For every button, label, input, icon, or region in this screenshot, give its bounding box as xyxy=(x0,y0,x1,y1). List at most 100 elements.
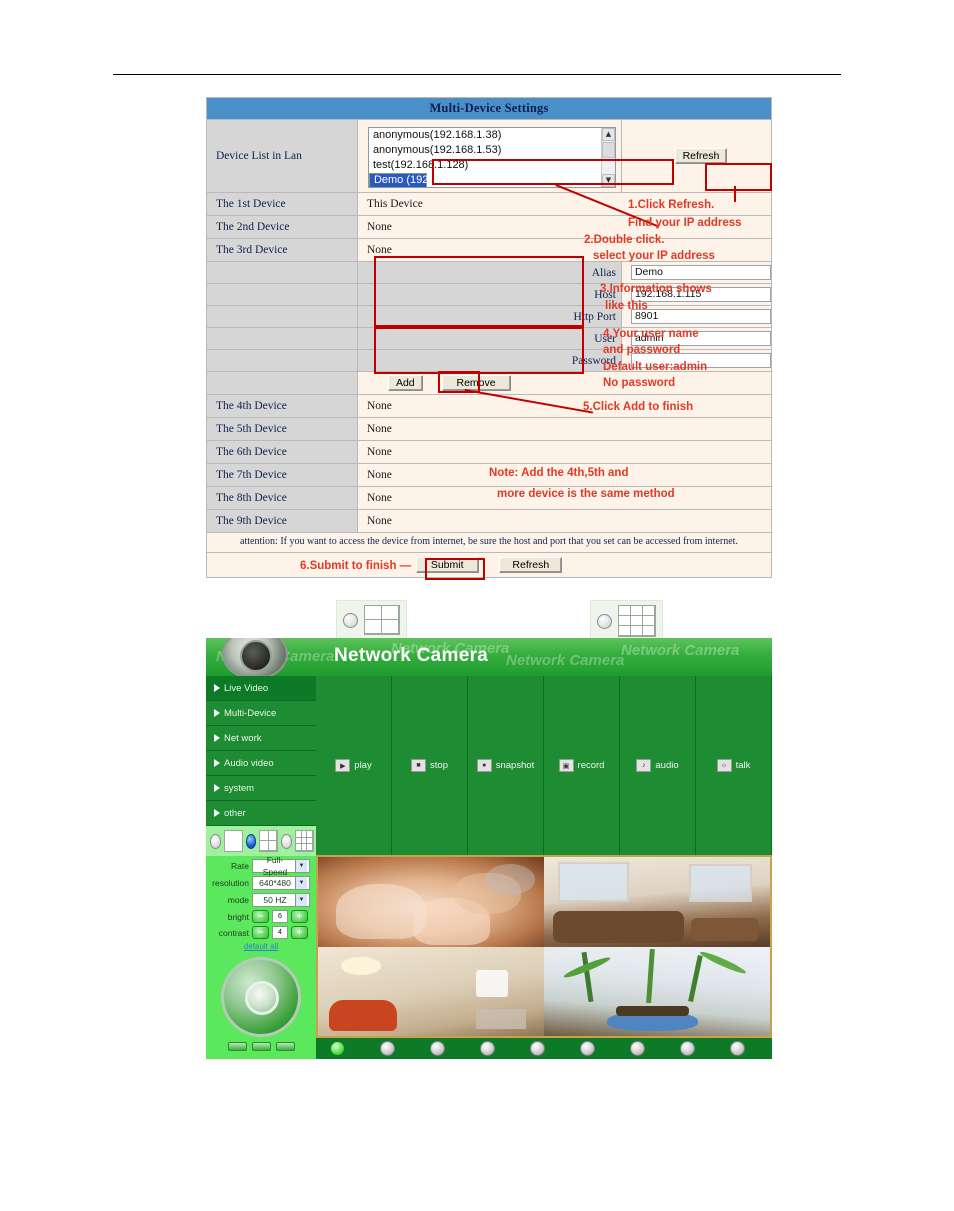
grid-3x3-icon[interactable] xyxy=(618,605,656,637)
mode-select[interactable]: 50 HZ ▼ xyxy=(252,893,310,907)
audio-button[interactable]: ♪ audio xyxy=(620,676,696,855)
list-item[interactable]: test(192.168.1.128) xyxy=(369,158,615,173)
channel-indicator[interactable] xyxy=(730,1041,745,1056)
chevron-down-icon[interactable]: ▼ xyxy=(295,877,307,889)
scroll-down-icon[interactable]: ▼ xyxy=(601,174,615,187)
annotation-note-1: Note: Add the 4th,5th and xyxy=(489,467,629,479)
record-button[interactable]: ▣ record xyxy=(544,676,620,855)
grid-2x2-icon[interactable] xyxy=(259,830,279,852)
video-controls-panel: Rate Full-Speed ▼ resolution 640*480 ▼ m… xyxy=(206,855,316,1051)
contrast-decrease-button[interactable]: − xyxy=(252,926,269,939)
annotation-step-1: 1.Click Refresh. xyxy=(628,199,715,211)
record-label: record xyxy=(577,760,605,771)
radio-button-icon[interactable] xyxy=(597,613,612,629)
annotation-step-5: 5.Click Add to finish xyxy=(583,401,694,413)
mode-label: mode xyxy=(227,895,249,905)
camera-body: Live Video Multi-Device Net work Audio v… xyxy=(206,676,772,1059)
spacer-cell xyxy=(206,327,358,350)
attention-row: attention: If you want to access the dev… xyxy=(206,532,772,553)
rate-select[interactable]: Full-Speed ▼ xyxy=(252,855,310,877)
device-8-label: The 8th Device xyxy=(206,486,358,510)
sidebar-item-audio-video[interactable]: Audio video xyxy=(206,751,316,776)
play-button[interactable]: ▶ play xyxy=(316,676,392,855)
annotation-step-4: 4.Your user name xyxy=(603,328,699,340)
grid-3x3-icon[interactable] xyxy=(294,830,315,852)
channel-indicator[interactable] xyxy=(580,1041,595,1056)
chevron-down-icon[interactable]: ▼ xyxy=(295,860,307,872)
refresh-top-button[interactable]: Refresh xyxy=(674,148,728,164)
channel-indicator[interactable] xyxy=(680,1041,695,1056)
list-item[interactable]: anonymous(192.168.1.38) xyxy=(369,128,615,143)
resolution-select[interactable]: 640*480 ▼ xyxy=(252,876,310,890)
channel-indicator[interactable] xyxy=(480,1041,495,1056)
camera-header: Network Camera Network Camera Network Ca… xyxy=(206,638,772,676)
grid-selector-2x2[interactable] xyxy=(336,600,407,640)
video-cell-3[interactable] xyxy=(318,946,544,1036)
password-label: Password xyxy=(356,349,622,372)
snapshot-label: snapshot xyxy=(495,760,535,771)
channel-indicator[interactable] xyxy=(630,1041,645,1056)
radio-button-icon[interactable] xyxy=(281,833,292,849)
footer-row: Submit Refresh xyxy=(206,551,772,578)
ptz-preset-button[interactable] xyxy=(227,1042,247,1051)
add-button[interactable]: Add xyxy=(387,375,423,391)
list-item[interactable]: anonymous(192.168.1.53) xyxy=(369,143,615,158)
camera-lens-icon xyxy=(222,638,288,676)
talk-button[interactable]: ☼ talk xyxy=(696,676,772,855)
device-3-label: The 3rd Device xyxy=(206,238,358,262)
video-cell-1[interactable] xyxy=(318,857,544,947)
annotation-step-6: 6.Submit to finish — xyxy=(300,560,412,572)
sidebar-item-network[interactable]: Net work xyxy=(206,726,316,751)
video-cell-2[interactable] xyxy=(544,857,770,947)
grid-selector-3x3[interactable] xyxy=(590,600,663,642)
radio-button-selected-icon[interactable] xyxy=(245,833,257,849)
snapshot-button[interactable]: ● snapshot xyxy=(468,676,544,855)
annotation-step-3: 3.Information shows xyxy=(600,283,712,295)
radio-button-icon[interactable] xyxy=(210,833,221,849)
listbox-scrollbar[interactable]: ▲ ▼ xyxy=(600,128,615,187)
channel-indicator[interactable] xyxy=(330,1041,345,1056)
bright-decrease-button[interactable]: − xyxy=(252,910,269,923)
refresh-bottom-button[interactable]: Refresh xyxy=(499,556,563,573)
http-port-input[interactable] xyxy=(630,309,771,324)
device-2-label: The 2nd Device xyxy=(206,215,358,239)
video-toolbar: ▶ play ■ stop ● snapshot ▣ record ♪ audi… xyxy=(316,676,772,855)
annotation-step-4c: Default user:admin xyxy=(603,361,708,373)
sidebar-item-other[interactable]: other xyxy=(206,801,316,826)
table-row: The 5th Device None xyxy=(206,417,773,441)
sidebar: Live Video Multi-Device Net work Audio v… xyxy=(206,676,316,1059)
contrast-increase-button[interactable]: + xyxy=(291,926,308,939)
list-item-selected[interactable]: Demo (192.168.1.115) xyxy=(368,173,483,187)
channel-indicator[interactable] xyxy=(430,1041,445,1056)
scrollbar-thumb[interactable] xyxy=(601,142,615,158)
single-view-icon[interactable] xyxy=(223,830,243,852)
device-list-listbox[interactable]: anonymous(192.168.1.38) anonymous(192.16… xyxy=(367,127,616,188)
bright-increase-button[interactable]: + xyxy=(291,910,308,923)
audio-label: audio xyxy=(655,760,679,771)
alias-input[interactable] xyxy=(630,265,771,280)
watermark-text: Network Camera xyxy=(621,642,740,659)
contrast-label: contrast xyxy=(218,927,249,938)
sidebar-item-multi-device[interactable]: Multi-Device xyxy=(206,701,316,726)
stop-button[interactable]: ■ stop xyxy=(392,676,468,855)
sidebar-item-system[interactable]: system xyxy=(206,776,316,801)
attention-text: attention: If you want to access the dev… xyxy=(206,532,772,553)
grid-2x2-icon[interactable] xyxy=(364,605,400,635)
submit-button[interactable]: Submit xyxy=(415,556,479,573)
radio-button-icon[interactable] xyxy=(343,612,358,628)
chevron-down-icon[interactable]: ▼ xyxy=(295,894,307,906)
video-cell-4[interactable] xyxy=(544,946,770,1036)
annotation-step-2b: select your IP address xyxy=(593,250,715,262)
default-all-link[interactable]: default all xyxy=(209,942,313,951)
ptz-direction-pad[interactable] xyxy=(221,957,301,1037)
table-header-row: Multi-Device Settings xyxy=(206,97,772,120)
record-icon: ▣ xyxy=(558,759,574,772)
scroll-up-icon[interactable]: ▲ xyxy=(601,128,615,141)
remove-button[interactable]: Remove xyxy=(441,375,511,391)
ptz-preset-button[interactable] xyxy=(275,1042,295,1051)
sidebar-item-live-video[interactable]: Live Video xyxy=(206,676,316,701)
ptz-preset-button[interactable] xyxy=(251,1042,271,1051)
channel-indicator[interactable] xyxy=(530,1041,545,1056)
channel-indicator[interactable] xyxy=(380,1041,395,1056)
rate-value: Full-Speed xyxy=(262,855,288,877)
